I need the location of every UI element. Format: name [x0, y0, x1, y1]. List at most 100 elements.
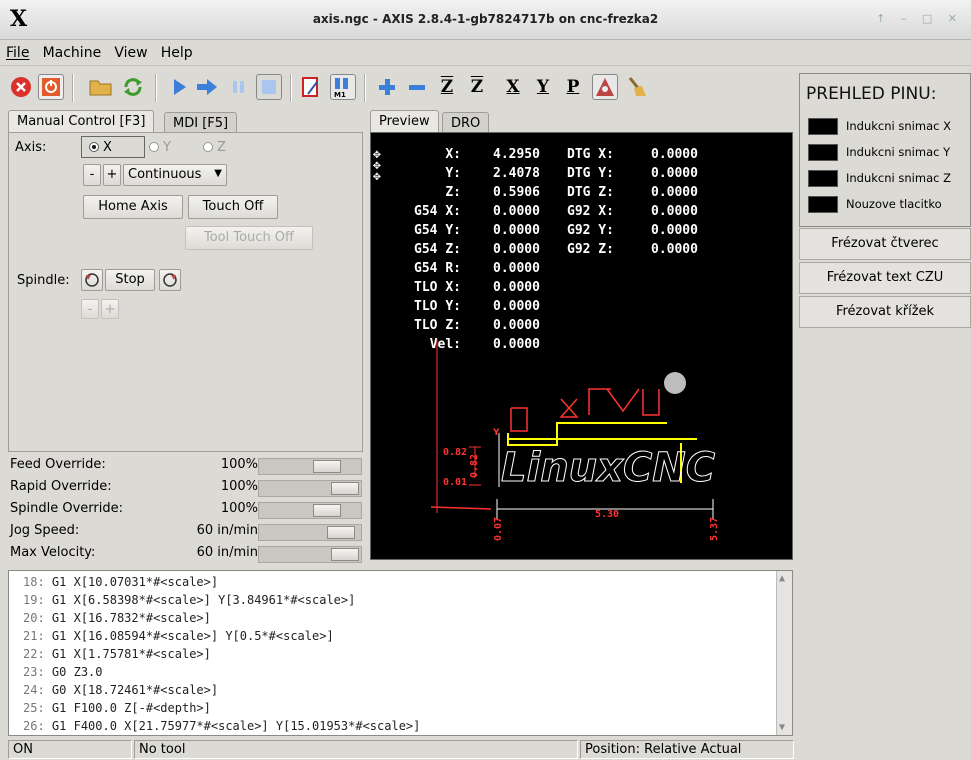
pause-icon[interactable] — [226, 74, 252, 100]
spindle-override-label: Spindle Override: — [10, 501, 123, 516]
line-text: G1 X[1.75781*#<scale>] — [51, 647, 211, 661]
view-z2-icon[interactable]: Z — [464, 74, 490, 100]
machine-power-icon[interactable] — [38, 74, 64, 100]
gcode-line[interactable]: 18: G1 X[10.07031*#<scale>] — [23, 575, 218, 589]
zoom-in-icon[interactable] — [374, 74, 400, 100]
line-number: 19: — [23, 593, 45, 607]
rotate-view-icon[interactable] — [592, 74, 618, 100]
estop-icon[interactable] — [8, 74, 34, 100]
tool-touch-off-button[interactable]: Tool Touch Off — [185, 226, 313, 250]
tab-manual-control[interactable]: Manual Control [F3] — [8, 110, 155, 134]
view-p-icon[interactable]: P — [560, 74, 586, 100]
max-velocity-slider[interactable] — [258, 546, 362, 563]
chevron-down-icon: ▼ — [214, 168, 222, 179]
axis-y-radio[interactable]: Y — [149, 140, 171, 155]
mill-square-button[interactable]: Frézovat čtverec — [799, 228, 971, 260]
line-number: 25: — [23, 701, 45, 715]
step-icon[interactable] — [194, 74, 220, 100]
gcode-line[interactable]: 19: G1 X[6.58398*#<scale>] Y[3.84961*#<s… — [23, 593, 355, 607]
spindle-cw-icon[interactable] — [159, 269, 181, 291]
spindle-override-slider[interactable] — [258, 502, 362, 519]
menu-bar: File Machine View Help — [0, 40, 971, 66]
line-text: G0 Z3.0 — [51, 665, 103, 679]
jog-plus-button[interactable]: + — [103, 164, 121, 186]
spindle-minus-button[interactable]: - — [81, 299, 99, 319]
dim-x-left: 0.07 — [493, 517, 504, 541]
view-z-icon[interactable]: Z — [434, 74, 460, 100]
slider-knob[interactable] — [327, 526, 355, 539]
slider-knob[interactable] — [331, 548, 359, 561]
stop-icon[interactable] — [256, 74, 282, 100]
rapid-override-slider[interactable] — [258, 480, 362, 497]
jog-speed-slider[interactable] — [258, 524, 362, 541]
jog-mode-select[interactable]: Continuous ▼ — [123, 164, 227, 186]
line-text: G1 X[16.08594*#<scale>] Y[0.5*#<scale>] — [51, 629, 334, 643]
feed-override-label: Feed Override: — [10, 457, 106, 472]
dim-y-bottom: 0.01 — [443, 477, 467, 488]
toolpath-plot: LinuxCNC 0.82 0.01 0.82 5.30 0.07 5.37 Y — [430, 339, 720, 541]
pin-row: Indukcni snimac Z — [808, 168, 968, 190]
gcode-listing[interactable]: 18: G1 X[10.07031*#<scale>] 19: G1 X[6.58… — [8, 570, 793, 736]
gcode-line[interactable]: 21: G1 X[16.08594*#<scale>] Y[0.5*#<scal… — [23, 629, 334, 643]
y-axis-label: Y — [492, 428, 500, 438]
dim-x-right: 5.37 — [709, 517, 720, 541]
axis-z-radio[interactable]: Z — [203, 140, 226, 155]
menu-help[interactable]: Help — [155, 40, 196, 61]
line-text: G1 X[10.07031*#<scale>] — [51, 575, 219, 589]
view-y-icon[interactable]: Y — [530, 74, 556, 100]
line-text: G1 F400.0 X[21.75977*#<scale>] Y[15.0195… — [51, 719, 421, 733]
gcode-line[interactable]: 26: G1 F400.0 X[21.75977*#<scale>] Y[15.… — [23, 719, 420, 733]
jog-speed-value: 60 in/min — [196, 523, 258, 538]
rapid-override-value: 100% — [220, 479, 258, 494]
line-number: 21: — [23, 629, 45, 643]
max-velocity-label: Max Velocity: — [10, 545, 96, 560]
scroll-up-icon[interactable]: ▲ — [779, 573, 785, 584]
mill-cross-button[interactable]: Frézovat křížek — [799, 296, 971, 328]
line-number: 26: — [23, 719, 45, 733]
slider-knob[interactable] — [331, 482, 359, 495]
optional-stop-icon[interactable]: M1 — [330, 74, 356, 100]
spindle-plus-button[interactable]: + — [101, 299, 119, 319]
axis-x-radio[interactable]: X — [89, 140, 112, 155]
spindle-stop-button[interactable]: Stop — [105, 269, 155, 291]
line-text: G1 X[6.58398*#<scale>] Y[3.84961*#<scale… — [51, 593, 356, 607]
pin-led — [808, 170, 838, 187]
tab-preview[interactable]: Preview — [370, 110, 439, 134]
clear-plot-icon[interactable] — [624, 74, 650, 100]
gcode-line[interactable]: 23: G0 Z3.0 — [23, 665, 103, 679]
dim-y-top: 0.82 — [443, 447, 467, 458]
gcode-line[interactable]: 20: G1 X[16.7832*#<scale>] — [23, 611, 211, 625]
feed-override-slider[interactable] — [258, 458, 362, 475]
gcode-line[interactable]: 24: G0 X[18.72461*#<scale>] — [23, 683, 218, 697]
pin-overview-panel: PREHLED PINU: Indukcni snimac X Indukcni… — [799, 73, 971, 227]
menu-file[interactable]: File — [0, 40, 32, 61]
jog-minus-button[interactable]: - — [83, 164, 101, 186]
gcode-scrollbar[interactable]: ▲ ▼ — [776, 571, 792, 735]
touch-off-button[interactable]: Touch Off — [188, 195, 278, 219]
line-text: G1 F100.0 Z[-#<depth>] — [51, 701, 211, 715]
zoom-out-icon[interactable] — [404, 74, 430, 100]
scroll-down-icon[interactable]: ▼ — [779, 722, 785, 733]
tab-dro[interactable]: DRO — [442, 112, 490, 134]
spindle-label: Spindle: — [17, 273, 70, 288]
reload-icon[interactable] — [120, 74, 146, 100]
spindle-ccw-icon[interactable] — [81, 269, 103, 291]
open-file-icon[interactable] — [88, 74, 114, 100]
slider-knob[interactable] — [313, 460, 341, 473]
home-axis-button[interactable]: Home Axis — [83, 195, 183, 219]
run-icon[interactable] — [166, 74, 192, 100]
line-number: 24: — [23, 683, 45, 697]
pin-row: Indukcni snimac Y — [808, 142, 968, 164]
preview-canvas[interactable]: ✥ ✥ ✥ X: 4.2950 DTG X: 0.0000 Y: 2.4078 DTG Y:… — [370, 132, 793, 560]
gcode-line[interactable]: 25: G1 F100.0 Z[-#<depth>] — [23, 701, 211, 715]
window-controls[interactable]: ↑ – □ ✕ — [876, 12, 963, 25]
pin-row: Indukcni snimac X — [808, 116, 968, 138]
gcode-line[interactable]: 22: G1 X[1.75781*#<scale>] — [23, 647, 211, 661]
view-x-icon[interactable]: X — [500, 74, 526, 100]
block-delete-icon[interactable] — [298, 74, 324, 100]
tab-mdi[interactable]: MDI [F5] — [164, 112, 238, 134]
slider-knob[interactable] — [313, 504, 341, 517]
mill-text-czu-button[interactable]: Frézovat text CZU — [799, 262, 971, 294]
menu-machine[interactable]: Machine — [37, 40, 105, 61]
menu-view[interactable]: View — [108, 40, 150, 61]
